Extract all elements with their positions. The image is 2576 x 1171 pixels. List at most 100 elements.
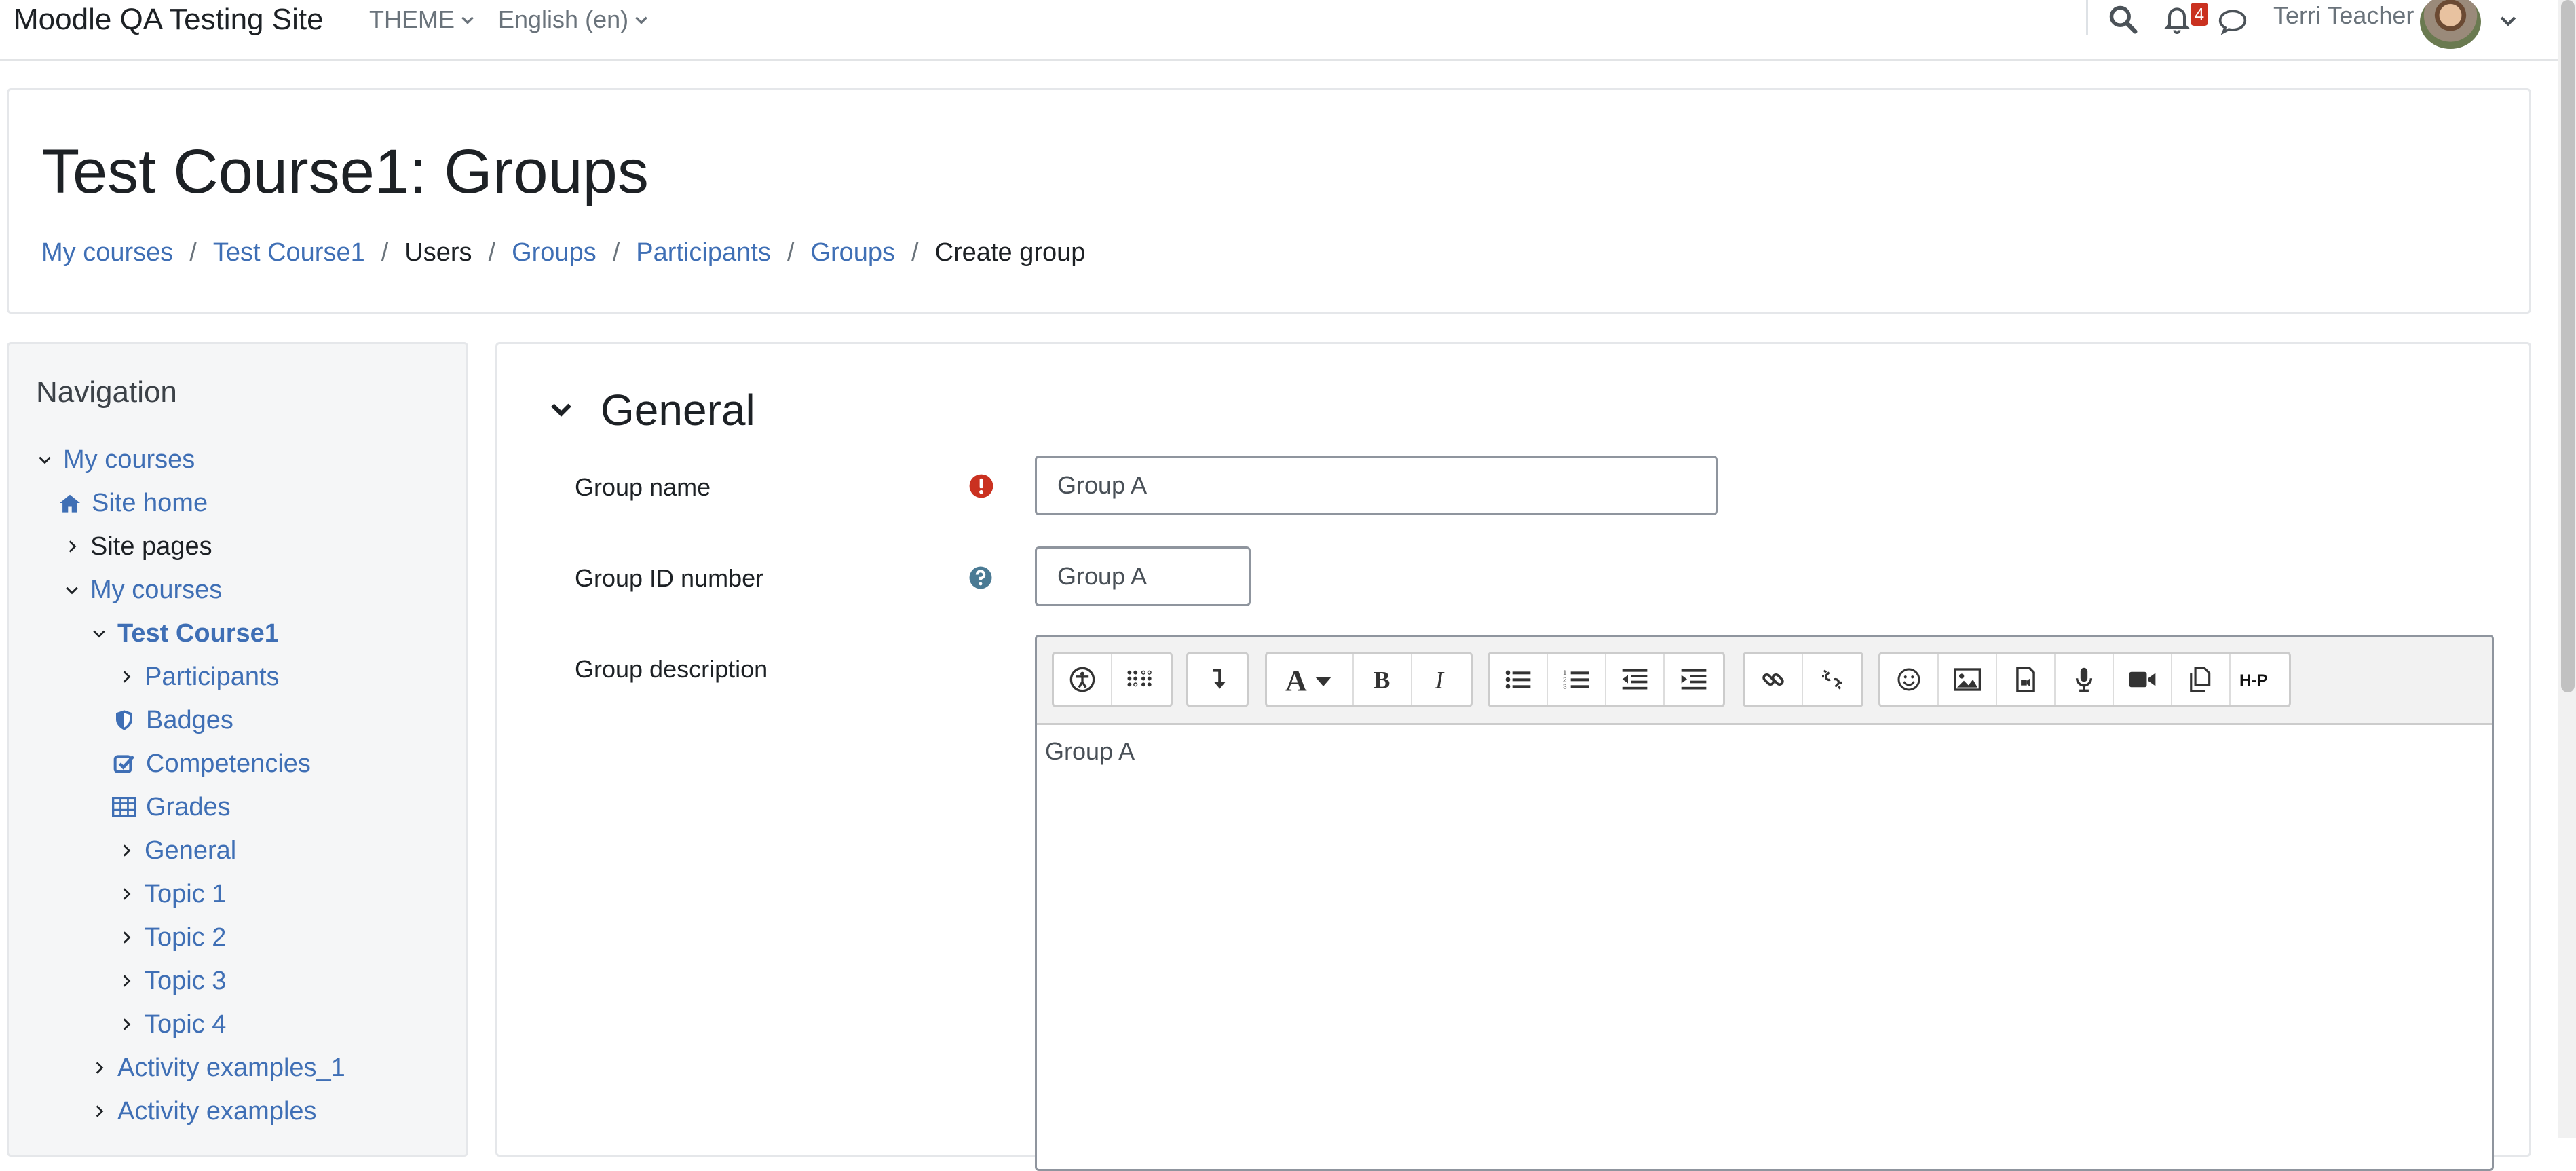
show-more-buttons-icon[interactable] bbox=[1188, 654, 1247, 705]
chevron-down-icon[interactable] bbox=[63, 582, 81, 597]
indent-icon[interactable] bbox=[1665, 654, 1723, 705]
nav-item-label: My courses bbox=[63, 445, 195, 474]
user-avatar[interactable] bbox=[2420, 0, 2481, 49]
notification-bell-icon[interactable] bbox=[2162, 4, 2192, 34]
nav-item-label: Badges bbox=[146, 705, 233, 735]
breadcrumb-separator: / bbox=[612, 238, 620, 267]
unordered-list-icon[interactable] bbox=[1490, 654, 1548, 705]
chevron-right-icon[interactable] bbox=[117, 973, 135, 988]
group-name-input[interactable]: Group A bbox=[1035, 456, 1718, 515]
toolbar-group bbox=[1743, 652, 1863, 707]
help-icon[interactable] bbox=[968, 565, 993, 590]
chevron-right-icon[interactable] bbox=[90, 1060, 108, 1075]
nav-item-label: Test Course1 bbox=[117, 618, 279, 648]
accessibility-checker-icon[interactable] bbox=[1054, 654, 1112, 705]
user-name[interactable]: Terri Teacher bbox=[2273, 1, 2414, 30]
toolbar-group: 123 bbox=[1488, 652, 1725, 707]
nav-item-topic-2[interactable]: Topic 2 bbox=[117, 920, 226, 955]
image-icon[interactable] bbox=[1939, 654, 1997, 705]
manage-files-icon[interactable] bbox=[2172, 654, 2231, 705]
user-menu-chevron-icon[interactable] bbox=[2499, 11, 2518, 30]
bold-icon[interactable]: B bbox=[1354, 654, 1412, 705]
section-general-toggle[interactable]: General bbox=[549, 385, 755, 435]
notification-count-badge: 4 bbox=[2191, 3, 2208, 26]
shield-icon bbox=[112, 709, 136, 731]
required-icon[interactable] bbox=[968, 473, 994, 499]
nav-item-label: Topic 2 bbox=[145, 923, 227, 952]
chevron-right-icon[interactable] bbox=[117, 887, 135, 902]
media-icon[interactable] bbox=[1997, 654, 2056, 705]
nav-item-general[interactable]: General bbox=[117, 833, 236, 868]
italic-icon[interactable]: I bbox=[1412, 654, 1471, 705]
nav-item-my-courses-root[interactable]: My courses bbox=[36, 442, 195, 477]
chevron-right-icon[interactable] bbox=[117, 930, 135, 945]
chevron-down-icon bbox=[460, 12, 475, 27]
messages-icon[interactable] bbox=[2218, 7, 2248, 35]
nav-item-badges[interactable]: Badges bbox=[112, 703, 233, 738]
nav-item-site-pages[interactable]: Site pages bbox=[63, 529, 212, 564]
nav-item-participants[interactable]: Participants bbox=[117, 659, 280, 694]
chevron-right-icon[interactable] bbox=[117, 669, 135, 684]
section-title: General bbox=[601, 386, 755, 434]
breadcrumb-groups-2[interactable]: Groups bbox=[810, 238, 895, 267]
nav-item-competencies[interactable]: Competencies bbox=[112, 746, 311, 781]
nav-item-topic-1[interactable]: Topic 1 bbox=[117, 876, 226, 912]
toolbar-group bbox=[1186, 652, 1249, 707]
ordered-list-icon[interactable]: 123 bbox=[1548, 654, 1606, 705]
chevron-right-icon[interactable] bbox=[117, 843, 135, 858]
chevron-right-icon[interactable] bbox=[117, 1017, 135, 1032]
main-content: General Group name Group A Group ID numb… bbox=[495, 342, 2531, 1171]
scrollbar-thumb[interactable] bbox=[2561, 0, 2575, 692]
svg-text:3: 3 bbox=[1563, 683, 1567, 690]
chevron-down-icon[interactable] bbox=[90, 626, 108, 641]
nav-item-my-courses[interactable]: My courses bbox=[63, 572, 222, 608]
chevron-right-icon[interactable] bbox=[63, 539, 81, 554]
font-style-icon[interactable]: A bbox=[1267, 654, 1354, 705]
nav-item-topic-3[interactable]: Topic 3 bbox=[117, 963, 226, 999]
search-icon[interactable] bbox=[2108, 4, 2138, 34]
checkbox-icon bbox=[112, 753, 136, 775]
svg-text:B: B bbox=[1374, 667, 1390, 692]
outdent-icon[interactable] bbox=[1606, 654, 1665, 705]
breadcrumb-groups[interactable]: Groups bbox=[512, 238, 596, 267]
screenreader-helper-icon[interactable] bbox=[1112, 654, 1171, 705]
nav-item-test-course1[interactable]: Test Course1 bbox=[90, 616, 279, 651]
chevron-right-icon[interactable] bbox=[90, 1104, 108, 1119]
nav-item-label: Grades bbox=[146, 792, 231, 821]
language-menu[interactable]: English (en) bbox=[498, 5, 649, 34]
theme-menu-label: THEME bbox=[369, 5, 455, 33]
navigation-block: Navigation My courses Site home Site pag… bbox=[7, 342, 468, 1157]
record-audio-icon[interactable] bbox=[2056, 654, 2114, 705]
editor-content[interactable]: Group A bbox=[1045, 737, 1135, 766]
breadcrumb: My courses / Test Course1 / Users / Grou… bbox=[41, 238, 1085, 267]
breadcrumb-separator: / bbox=[488, 238, 496, 267]
breadcrumb-separator: / bbox=[189, 238, 197, 267]
emoji-icon[interactable] bbox=[1880, 654, 1939, 705]
theme-menu[interactable]: THEME bbox=[369, 5, 475, 34]
h5p-icon[interactable]: H-P bbox=[2231, 654, 2289, 705]
breadcrumb-separator: / bbox=[787, 238, 795, 267]
group-id-input[interactable]: Group A bbox=[1035, 546, 1251, 606]
breadcrumb-test-course1[interactable]: Test Course1 bbox=[213, 238, 365, 267]
nav-item-label: Competencies bbox=[146, 749, 311, 778]
breadcrumb-my-courses[interactable]: My courses bbox=[41, 238, 173, 267]
nav-item-label: General bbox=[145, 836, 237, 865]
group-id-label: Group ID number bbox=[575, 564, 764, 592]
nav-item-label: Activity examples_1 bbox=[117, 1053, 345, 1082]
nav-item-site-home[interactable]: Site home bbox=[58, 485, 208, 521]
chevron-down-icon bbox=[549, 398, 573, 422]
unlink-icon[interactable] bbox=[1803, 654, 1861, 705]
breadcrumb-separator: / bbox=[911, 238, 919, 267]
record-video-icon[interactable] bbox=[2114, 654, 2172, 705]
nav-item-activity-examples-1[interactable]: Activity examples_1 bbox=[90, 1050, 345, 1085]
nav-item-topic-4[interactable]: Topic 4 bbox=[117, 1007, 226, 1042]
nav-item-grades[interactable]: Grades bbox=[112, 789, 231, 825]
rich-text-editor[interactable]: A B I 123 H-P Group A bbox=[1035, 635, 2494, 1171]
nav-item-activity-examples[interactable]: Activity examples bbox=[90, 1094, 317, 1129]
link-icon[interactable] bbox=[1745, 654, 1803, 705]
site-name[interactable]: Moodle QA Testing Site bbox=[14, 3, 324, 37]
chevron-down-icon[interactable] bbox=[36, 452, 54, 467]
breadcrumb-participants[interactable]: Participants bbox=[636, 238, 771, 267]
editor-toolbar: A B I 123 H-P bbox=[1037, 637, 2492, 725]
nav-item-label: Site pages bbox=[90, 532, 212, 561]
